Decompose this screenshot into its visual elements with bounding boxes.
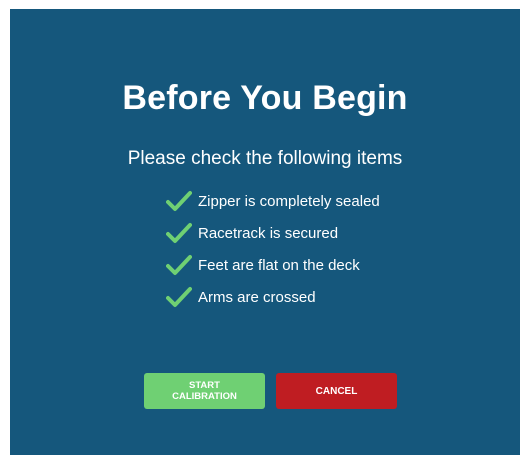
checklist: Zipper is completely sealed Racetrack is… — [166, 185, 380, 313]
checkmark-icon — [166, 191, 192, 211]
start-calibration-button[interactable]: START CALIBRATION — [144, 373, 265, 409]
checklist-item: Racetrack is secured — [166, 217, 380, 249]
checkmark-icon — [166, 223, 192, 243]
instructions-subtitle: Please check the following items — [127, 148, 403, 169]
checkmark-icon — [166, 287, 192, 307]
checklist-item: Arms are crossed — [166, 281, 380, 313]
checklist-item-label: Racetrack is secured — [198, 224, 339, 242]
checkmark-icon — [166, 255, 192, 275]
checklist-item-label: Arms are crossed — [198, 288, 316, 306]
checklist-item-label: Zipper is completely sealed — [198, 192, 380, 210]
page-title: Before You Begin — [122, 79, 408, 117]
checklist-item: Zipper is completely sealed — [166, 185, 380, 217]
checklist-item: Feet are flat on the deck — [166, 249, 380, 281]
checklist-item-label: Feet are flat on the deck — [198, 256, 360, 274]
calibration-panel: Before You Begin Please check the follow… — [10, 9, 520, 455]
cancel-button[interactable]: CANCEL — [276, 373, 397, 409]
